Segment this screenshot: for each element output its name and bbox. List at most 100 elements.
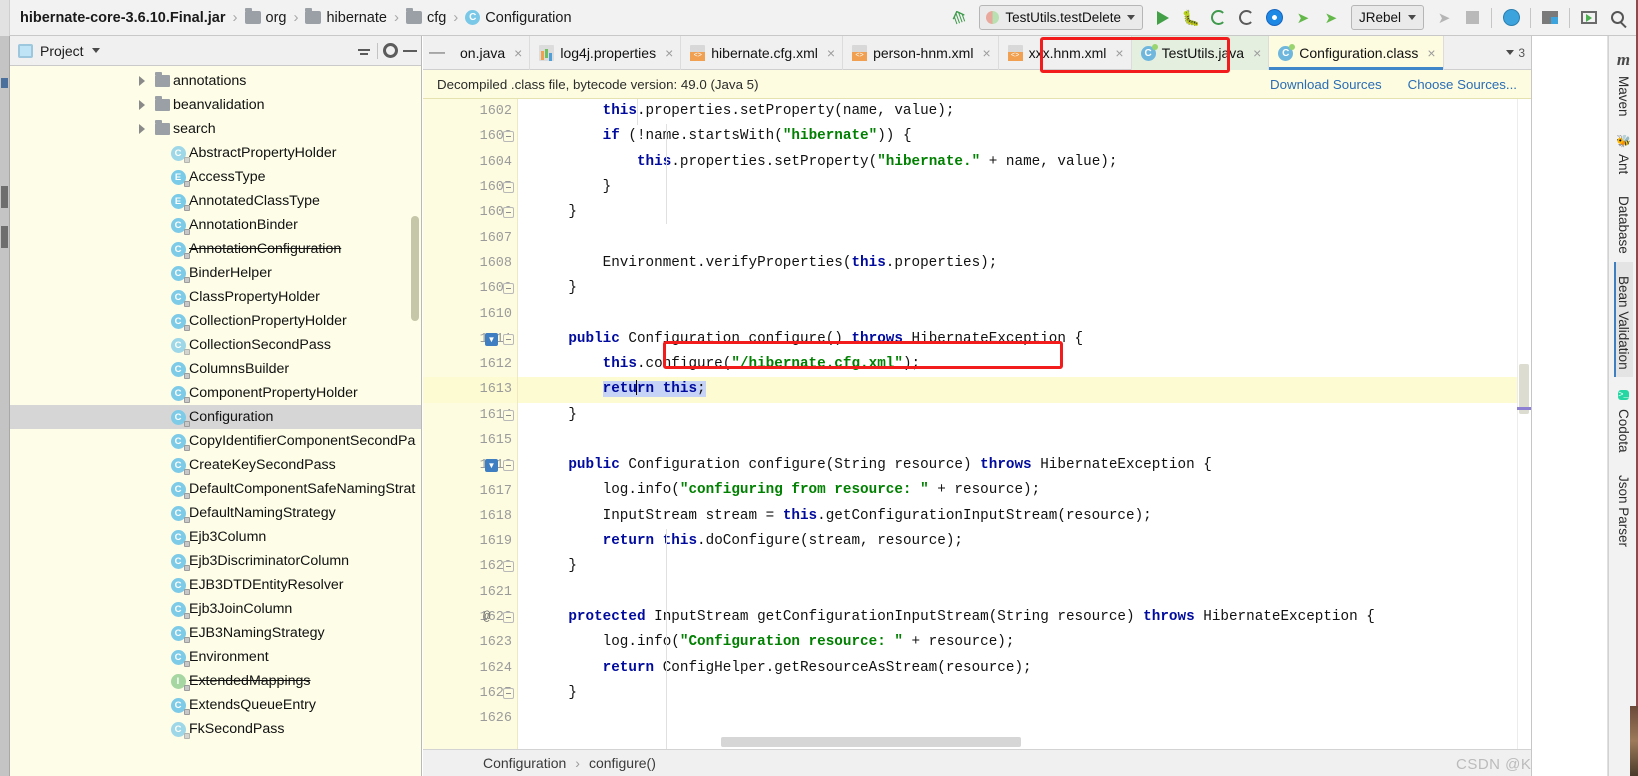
editor-tab[interactable]: xxx.hnm.xml × <box>999 36 1132 70</box>
hammer-icon[interactable]: ⟰ <box>946 5 972 31</box>
chevron-right-icon[interactable] <box>135 73 151 89</box>
breadcrumb-item-configuration[interactable]: C Configuration <box>465 10 572 26</box>
run-icon[interactable] <box>1150 5 1176 31</box>
code-line[interactable]: } <box>518 175 1531 200</box>
code-line[interactable]: if (!name.startsWith("hibernate")) { <box>518 124 1531 149</box>
tree-node[interactable]: E AnnotatedClassType <box>10 189 421 213</box>
tree-node[interactable]: C ExtendsQueueEntry <box>10 693 421 717</box>
code-line[interactable]: } <box>518 554 1531 579</box>
left-toolwindow-rail[interactable] <box>0 36 10 776</box>
collapse-all-icon[interactable] <box>356 43 372 59</box>
run-anything-icon[interactable] <box>1576 5 1602 31</box>
toolwindow-button-bean-validation[interactable]: Bean Validation <box>1614 261 1633 378</box>
debug-icon[interactable]: 🐛 <box>1178 5 1204 31</box>
tree-node[interactable]: C DefaultComponentSafeNamingStrat <box>10 477 421 501</box>
project-tree[interactable]: annotations beanvalidation search C Abstract… <box>10 66 421 776</box>
code-line[interactable]: protected InputStream getConfigurationIn… <box>518 605 1531 630</box>
choose-sources-link[interactable]: Choose Sources... <box>1408 77 1517 92</box>
line-number-gutter[interactable]: 1602160316041605160616071608160916101611… <box>423 99 536 749</box>
tree-node[interactable]: C ComponentPropertyHolder <box>10 381 421 405</box>
tree-node[interactable]: C CreateKeySecondPass <box>10 453 421 477</box>
project-tree-scrollbar[interactable] <box>411 216 419 321</box>
chevron-right-icon[interactable] <box>135 97 151 113</box>
fold-toggle-icon[interactable] <box>503 561 514 573</box>
close-icon[interactable]: × <box>982 45 990 61</box>
fold-toggle-icon[interactable] <box>503 687 514 699</box>
chevron-right-icon[interactable] <box>135 121 151 137</box>
fold-toggle-icon[interactable] <box>503 409 514 421</box>
code-line[interactable] <box>518 706 1531 731</box>
structure-crumb-method[interactable]: configure() <box>589 755 656 771</box>
editor-hscrollbar-track[interactable] <box>613 735 1531 749</box>
editor-tab[interactable]: log4j.properties × <box>530 36 682 70</box>
fold-toggle-icon[interactable] <box>503 612 514 623</box>
tree-node[interactable]: C BinderHelper <box>10 261 421 285</box>
search-everywhere-icon[interactable] <box>1604 5 1630 31</box>
marker-stripe-mark[interactable] <box>1517 407 1531 410</box>
breadcrumb-item-hibernate[interactable]: hibernate <box>305 8 387 26</box>
toolwindow-button-ant[interactable]: 🐝 Ant <box>1614 125 1633 182</box>
close-icon[interactable]: × <box>514 45 522 61</box>
editor-tab[interactable]: C TestUtils.java × <box>1131 36 1270 70</box>
tree-node[interactable]: C FkSecondPass <box>10 717 421 741</box>
code-line[interactable]: } <box>518 276 1531 301</box>
code-line[interactable]: InputStream stream = this.getConfigurati… <box>518 504 1531 529</box>
project-panel-title[interactable]: Project <box>40 43 84 59</box>
tab-scroll-left-icon[interactable]: — <box>423 36 451 69</box>
chevron-down-icon[interactable] <box>91 48 100 53</box>
gear-icon[interactable] <box>383 43 398 58</box>
tree-node[interactable]: C ColumnsBuilder <box>10 357 421 381</box>
code-line[interactable]: this.configure("/hibernate.cfg.xml"); <box>518 352 1531 377</box>
hide-panel-icon[interactable] <box>403 49 417 52</box>
tree-node[interactable]: annotations <box>10 69 421 93</box>
code-line[interactable]: return ConfigHelper.getResourceAsStream(… <box>518 656 1531 681</box>
tree-node[interactable]: C EJB3NamingStrategy <box>10 621 421 645</box>
tree-node[interactable]: E AccessType <box>10 165 421 189</box>
run-with-coverage-icon[interactable] <box>1206 5 1232 31</box>
editor-tab[interactable]: C Configuration.class × <box>1269 36 1444 70</box>
run-configuration-selector[interactable]: TestUtils.testDelete <box>979 5 1143 30</box>
override-marker-icon[interactable]: ▼ <box>485 332 498 346</box>
toolwindow-button-codota[interactable]: >_ Codota <box>1614 377 1633 461</box>
code-line[interactable] <box>518 580 1531 605</box>
code-line[interactable]: return this.doConfigure(stream, resource… <box>518 529 1531 554</box>
tree-node[interactable]: C Environment <box>10 645 421 669</box>
jrebel-run-icon[interactable]: ➤ <box>1290 5 1316 31</box>
stop-icon[interactable] <box>1459 5 1485 31</box>
editor-tab[interactable]: hibernate.cfg.xml × <box>681 36 844 70</box>
fold-toggle-icon[interactable] <box>503 181 514 193</box>
tree-node[interactable]: search <box>10 117 421 141</box>
tree-node[interactable]: C AnnotationBinder <box>10 213 421 237</box>
tree-node[interactable]: C CollectionPropertyHolder <box>10 309 421 333</box>
fold-toggle-icon[interactable] <box>503 207 514 219</box>
code-line[interactable]: return this; <box>518 377 1531 403</box>
editor-hscrollbar-thumb[interactable] <box>721 737 1021 747</box>
tree-node[interactable]: C EJB3DTDEntityResolver <box>10 573 421 597</box>
tree-node[interactable]: I ExtendedMappings <box>10 669 421 693</box>
tree-node[interactable]: C Ejb3Column <box>10 525 421 549</box>
code-line[interactable]: } <box>518 681 1531 706</box>
toolwindow-button-json-parser[interactable]: Json Parser <box>1614 461 1633 555</box>
tree-node[interactable]: beanvalidation <box>10 93 421 117</box>
close-icon[interactable]: × <box>1115 45 1123 61</box>
breadcrumb-item-cfg[interactable]: cfg <box>405 8 446 26</box>
close-icon[interactable]: × <box>665 45 673 61</box>
breadcrumb-jar[interactable]: hibernate-core-3.6.10.Final.jar <box>20 10 226 26</box>
editor-tab[interactable]: person-hnm.xml × <box>843 36 999 70</box>
profile-icon[interactable] <box>1234 5 1260 31</box>
structure-crumb-class[interactable]: Configuration <box>483 755 566 771</box>
code-line[interactable]: public Configuration configure(String re… <box>518 453 1531 478</box>
close-icon[interactable]: × <box>1427 45 1435 61</box>
tree-node[interactable]: C Ejb3JoinColumn <box>10 597 421 621</box>
code-line[interactable]: } <box>518 403 1531 428</box>
tree-node[interactable]: C AnnotationConfiguration <box>10 237 421 261</box>
toolwindow-button-database[interactable]: Database <box>1614 182 1633 262</box>
close-icon[interactable]: × <box>827 45 835 61</box>
jrebel-globe-icon[interactable] <box>1498 5 1524 31</box>
fold-toggle-icon[interactable] <box>503 131 514 143</box>
code-line[interactable]: Environment.verifyProperties(this.proper… <box>518 251 1531 276</box>
override-marker-icon[interactable]: ▼ <box>485 459 498 473</box>
jrebel-debug-icon[interactable]: ➤ <box>1318 5 1344 31</box>
fold-toggle-icon[interactable] <box>503 333 514 345</box>
code-text[interactable]: this.properties.setProperty(name, value)… <box>518 99 1531 749</box>
